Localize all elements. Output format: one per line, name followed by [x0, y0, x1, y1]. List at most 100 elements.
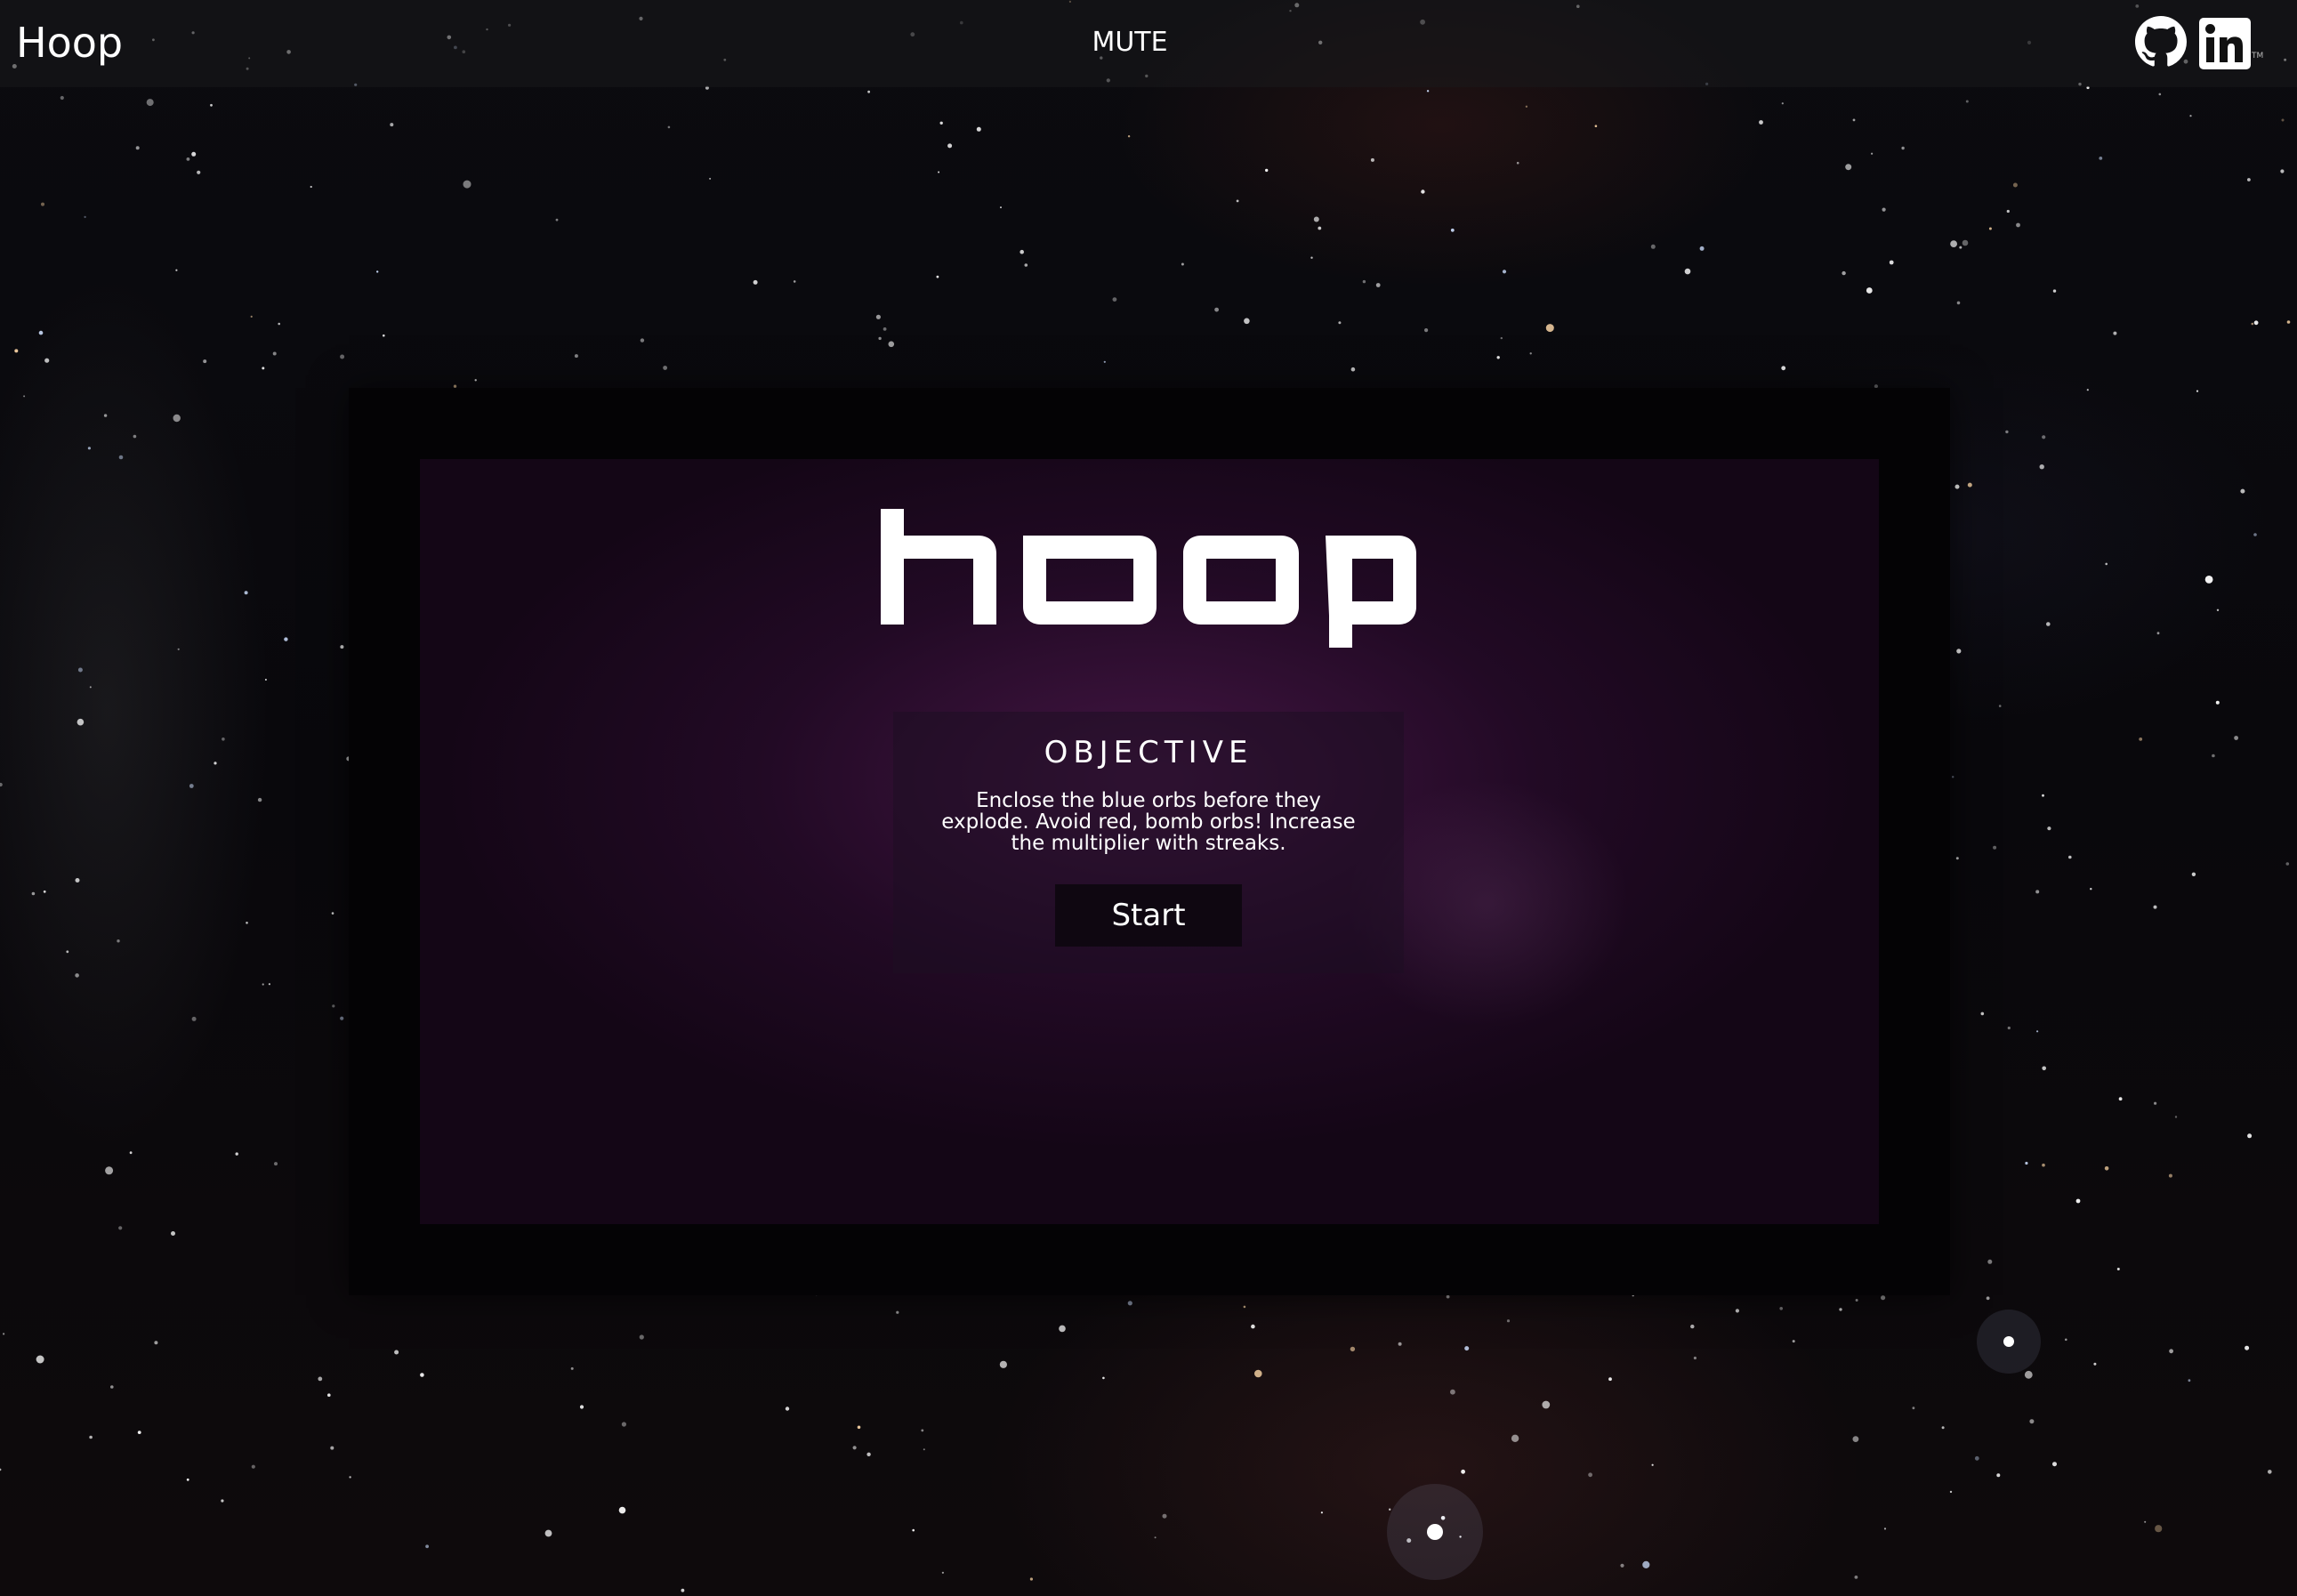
star [1529, 352, 1532, 355]
star [1912, 1407, 1915, 1410]
star [376, 270, 379, 273]
star [1127, 135, 1131, 138]
star [1450, 228, 1455, 232]
star [709, 177, 712, 180]
star [262, 367, 265, 370]
star [2156, 632, 2160, 635]
star [1375, 283, 1381, 287]
star [2118, 1097, 2123, 1101]
star [574, 354, 578, 359]
star [1024, 263, 1028, 267]
star [2116, 1268, 2120, 1270]
star [171, 1231, 175, 1236]
star [214, 762, 217, 765]
star [1954, 484, 1960, 489]
star [753, 279, 758, 285]
star [89, 686, 92, 689]
star [2280, 169, 2285, 173]
star [2285, 862, 2290, 866]
star [2065, 1338, 2067, 1342]
star [1959, 246, 1963, 249]
star [2093, 1362, 2097, 1366]
star [36, 1355, 44, 1364]
star [1781, 102, 1784, 105]
star [640, 338, 645, 343]
star [262, 983, 264, 986]
star [77, 718, 85, 726]
star [938, 171, 940, 173]
star [390, 123, 394, 127]
star [1792, 1340, 1795, 1343]
star [135, 146, 140, 150]
star [77, 667, 83, 673]
star [888, 341, 895, 348]
star [2204, 576, 2213, 584]
star [1310, 256, 1313, 259]
star [327, 1393, 331, 1397]
star [2035, 890, 2040, 894]
star [1735, 1309, 1739, 1313]
star [1127, 1301, 1132, 1306]
star [1243, 1305, 1246, 1309]
github-icon[interactable] [2135, 16, 2187, 68]
star [1881, 1295, 1886, 1301]
star [191, 1016, 197, 1021]
star [1500, 336, 1503, 340]
star [2007, 1026, 2011, 1030]
star [1502, 270, 1507, 274]
star [875, 314, 882, 319]
star [1998, 705, 2002, 707]
star [235, 1152, 238, 1156]
star [2216, 609, 2220, 611]
star [2042, 435, 2046, 439]
star [1987, 1259, 1993, 1264]
star [1855, 1299, 1858, 1302]
star [1424, 328, 1429, 333]
star [117, 939, 120, 943]
star [2188, 1379, 2191, 1382]
star [1608, 1377, 1612, 1382]
bright-star [2003, 1336, 2014, 1347]
star [221, 1499, 224, 1503]
star [331, 912, 334, 915]
star [2245, 1345, 2250, 1350]
star [394, 1350, 399, 1355]
star [222, 738, 225, 741]
star [1464, 1346, 1470, 1351]
star [330, 1446, 334, 1450]
star [1941, 1426, 1945, 1430]
star [852, 1446, 857, 1450]
star [2253, 533, 2257, 536]
star [878, 336, 882, 341]
star [1955, 857, 1959, 860]
star [2168, 1173, 2172, 1178]
star [1852, 1436, 1859, 1442]
star [60, 95, 64, 101]
star [1952, 776, 1954, 778]
star [2234, 736, 2239, 740]
linkedin-icon[interactable] [2199, 18, 2251, 69]
star [2036, 1030, 2039, 1033]
star [43, 890, 46, 893]
start-button[interactable]: Start [1055, 884, 1242, 947]
star [38, 330, 44, 335]
star [1956, 649, 1962, 654]
star [349, 1476, 351, 1479]
star [420, 1373, 424, 1377]
star [2052, 289, 2057, 293]
star [2006, 209, 2010, 214]
star [1370, 157, 1374, 162]
star [1398, 1342, 1402, 1346]
star [1651, 1463, 1654, 1466]
mute-button[interactable]: MUTE [1076, 23, 1183, 62]
star [0, 782, 3, 787]
star [681, 1588, 685, 1592]
star [2139, 738, 2143, 741]
star [129, 1151, 133, 1155]
star [866, 1452, 871, 1457]
star [268, 983, 270, 986]
star [2113, 331, 2117, 335]
app-title[interactable]: Hoop [16, 16, 123, 69]
star [2251, 322, 2254, 326]
star [2052, 1462, 2057, 1467]
